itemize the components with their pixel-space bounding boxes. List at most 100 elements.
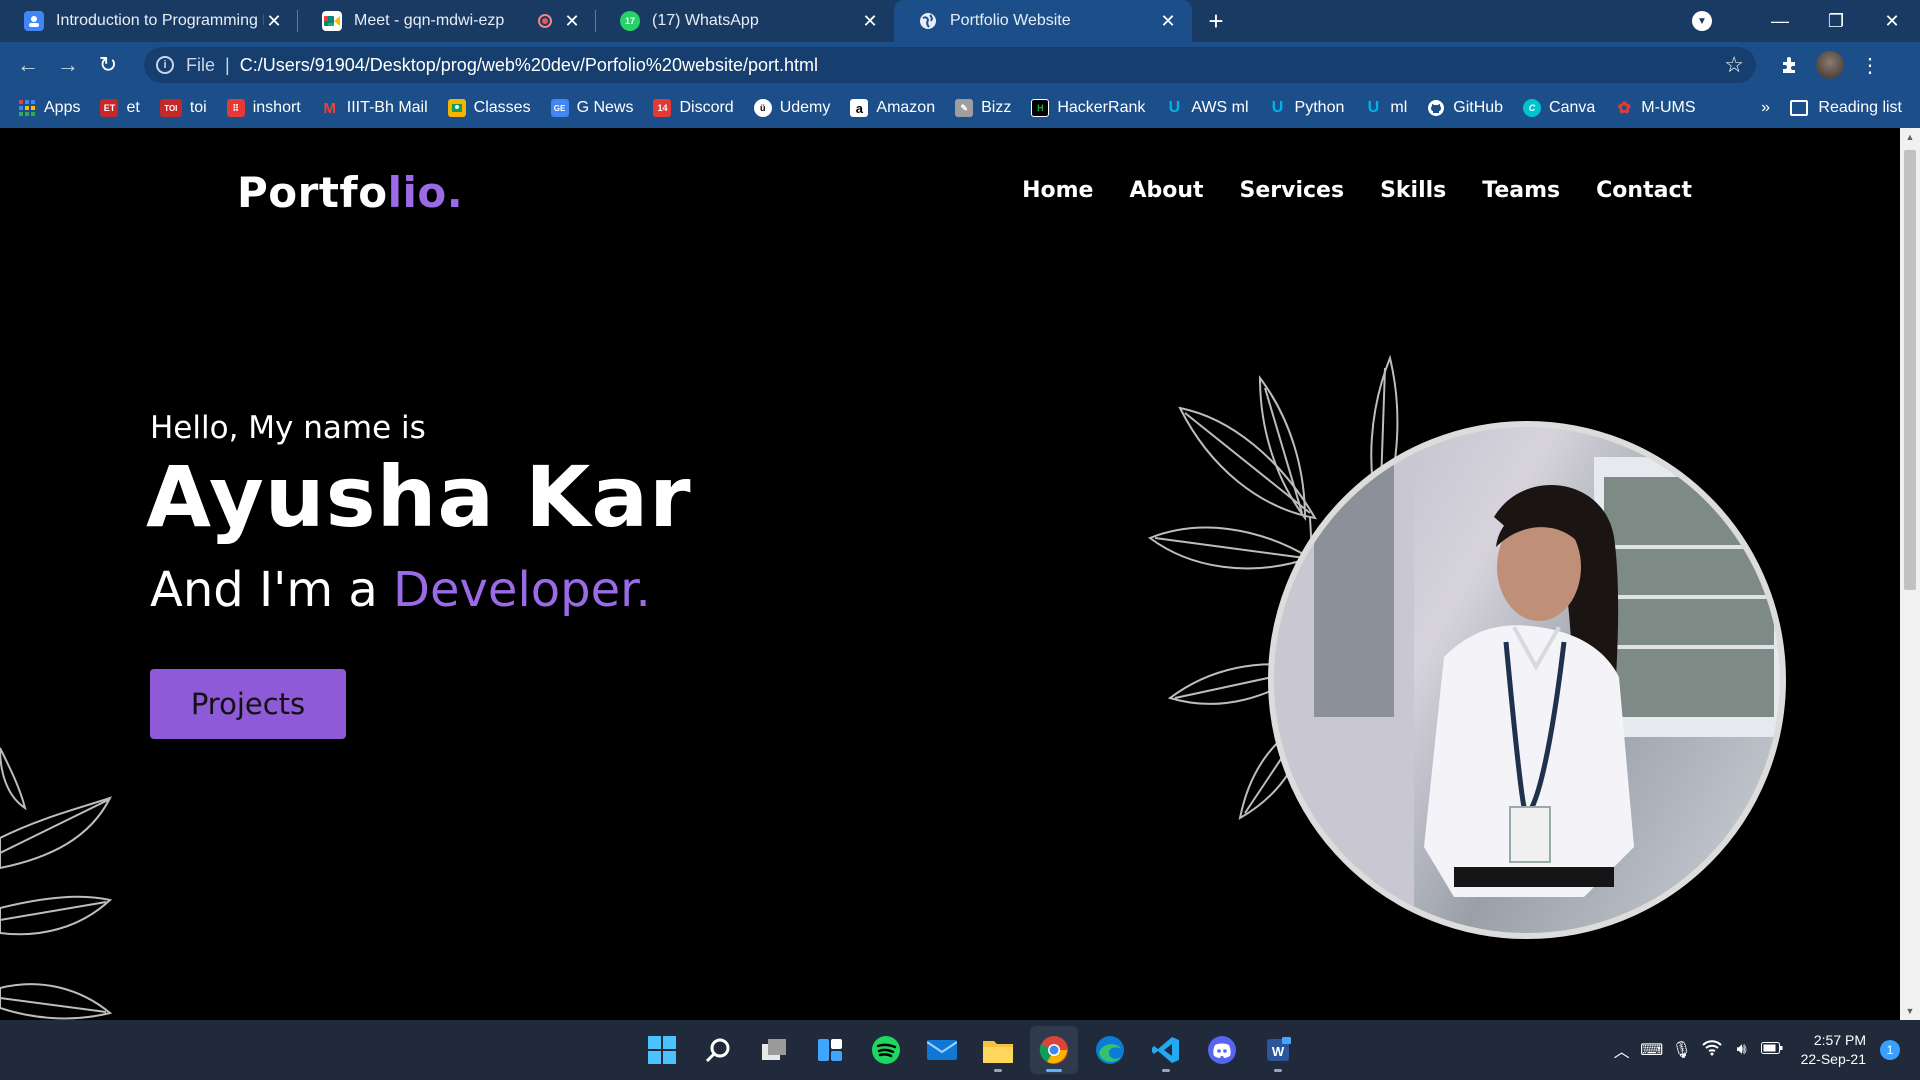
new-tab-button[interactable]: +: [1196, 0, 1236, 42]
bookmark-ml[interactable]: Uml: [1364, 99, 1408, 117]
vscode-icon[interactable]: [1142, 1026, 1190, 1074]
menu-kebab-icon[interactable]: ⋮: [1850, 45, 1890, 85]
nav-contact[interactable]: Contact: [1596, 178, 1692, 203]
wifi-icon[interactable]: [1697, 1039, 1727, 1061]
udacity-icon: U: [1367, 99, 1380, 116]
nav-home[interactable]: Home: [1022, 178, 1093, 203]
info-icon[interactable]: i: [156, 56, 174, 74]
et-icon: ET: [100, 99, 119, 117]
close-icon[interactable]: ✕: [562, 11, 582, 31]
tab-portfolio[interactable]: Portfolio Website ✕: [894, 0, 1192, 42]
edge-icon[interactable]: [1086, 1026, 1134, 1074]
nav-about[interactable]: About: [1129, 178, 1203, 203]
windows-start-icon[interactable]: [638, 1026, 686, 1074]
address-bar[interactable]: i File | C:/Users/91904/Desktop/prog/web…: [144, 47, 1756, 83]
widgets-icon[interactable]: [806, 1026, 854, 1074]
forward-arrow-icon[interactable]: →: [48, 45, 88, 85]
taskbar-apps: W: [638, 1020, 1302, 1080]
bookmark-aws-ml[interactable]: U AWS ml: [1165, 99, 1249, 117]
scroll-down-icon[interactable]: ▼: [1900, 1002, 1920, 1020]
reload-icon[interactable]: ↻: [88, 45, 128, 85]
task-view-icon[interactable]: [750, 1026, 798, 1074]
scroll-up-icon[interactable]: ▲: [1900, 128, 1920, 146]
avatar[interactable]: [1810, 45, 1850, 85]
gnews-icon: GE: [550, 99, 569, 117]
bookmark-github[interactable]: GitHub: [1427, 99, 1503, 117]
keyboard-icon[interactable]: ⌨: [1637, 1040, 1667, 1060]
meet-icon: [322, 11, 342, 31]
windows-taskbar: W ︿ ⌨ 🎙︎ 🔊︎ 2:57 PM 22-Sep-21 1: [0, 1020, 1920, 1080]
udacity-icon: U: [1271, 99, 1284, 116]
back-arrow-icon[interactable]: ←: [8, 45, 48, 85]
bookmark-bizz[interactable]: ✎ Bizz: [955, 99, 1011, 117]
restore-button[interactable]: ❐: [1808, 0, 1864, 42]
tab-classroom[interactable]: Introduction to Programming II b ✕: [0, 0, 298, 42]
classroom-icon: [24, 11, 44, 31]
file-explorer-icon[interactable]: [974, 1026, 1022, 1074]
bookmark-hackerrank[interactable]: H HackerRank: [1031, 99, 1145, 117]
nav-teams[interactable]: Teams: [1482, 178, 1560, 203]
tab-title: Portfolio Website: [950, 12, 1071, 29]
bookmarks-overflow-button[interactable]: »: [1761, 88, 1770, 128]
bookmark-inshort[interactable]: ⠿ inshort: [226, 99, 301, 117]
bookmark-star-icon[interactable]: ☆: [1724, 52, 1744, 78]
nav-skills[interactable]: Skills: [1380, 178, 1446, 203]
site-logo[interactable]: Portfolio.: [237, 168, 463, 217]
nav-services[interactable]: Services: [1240, 178, 1345, 203]
reading-list-button[interactable]: Reading list: [1790, 88, 1902, 128]
scrollbar-thumb[interactable]: [1904, 150, 1916, 590]
close-icon[interactable]: ✕: [264, 11, 284, 31]
bookmark-amazon[interactable]: a Amazon: [850, 99, 935, 117]
clock-time: 2:57 PM: [1813, 1032, 1866, 1048]
tab-meet[interactable]: Meet - gqn-mdwi-ezp ✕: [298, 0, 596, 42]
word-icon[interactable]: W: [1254, 1026, 1302, 1074]
browser-toolbar: ← → ↻ i File | C:/Users/91904/Desktop/pr…: [0, 42, 1920, 88]
bookmark-toi[interactable]: TOI toi: [159, 99, 207, 117]
battery-icon[interactable]: [1757, 1041, 1787, 1059]
bookmark-iiit-mail[interactable]: M IIIT-Bh Mail: [321, 99, 428, 117]
globe-icon: [918, 11, 938, 31]
close-icon[interactable]: ✕: [860, 11, 880, 31]
bookmark-et[interactable]: ET et: [100, 99, 140, 117]
bookmark-classes[interactable]: Classes: [447, 99, 531, 117]
svg-text:W: W: [1272, 1044, 1285, 1059]
page-scrollbar[interactable]: ▲ ▼: [1900, 128, 1920, 1020]
udemy-icon: ü: [753, 99, 772, 117]
gmail-icon: M: [323, 99, 337, 117]
spotify-icon[interactable]: [862, 1026, 910, 1074]
url-text[interactable]: C:/Users/91904/Desktop/prog/web%20dev/Po…: [240, 55, 1725, 76]
close-icon[interactable]: ✕: [1158, 11, 1178, 31]
tab-strip: Introduction to Programming II b ✕ Meet …: [0, 0, 1920, 42]
bookmark-apps[interactable]: Apps: [18, 99, 80, 117]
minimize-button[interactable]: —: [1752, 0, 1808, 42]
bookmark-canva[interactable]: C Canva: [1523, 99, 1595, 117]
projects-button[interactable]: Projects: [150, 669, 346, 739]
discord-icon[interactable]: [1198, 1026, 1246, 1074]
window-controls: ▼ — ❐ ✕: [1692, 0, 1920, 42]
hero-role: And I'm a Developer.: [150, 562, 651, 618]
reading-list-icon: [1790, 100, 1809, 116]
extensions-icon[interactable]: [1770, 45, 1810, 85]
profile-photo: [1268, 421, 1786, 939]
close-window-button[interactable]: ✕: [1864, 0, 1920, 42]
bookmark-python[interactable]: U Python: [1269, 99, 1345, 117]
bookmark-mums[interactable]: ✿ M-UMS: [1615, 99, 1696, 117]
taskbar-clock[interactable]: 2:57 PM 22-Sep-21: [1801, 1031, 1866, 1069]
discord-icon: 14: [653, 99, 672, 117]
microphone-icon[interactable]: 🎙︎: [1667, 1040, 1697, 1060]
tab-search-icon[interactable]: ▼: [1692, 11, 1712, 31]
notification-badge[interactable]: 1: [1880, 1040, 1900, 1060]
search-icon[interactable]: [694, 1026, 742, 1074]
volume-icon[interactable]: 🔊︎: [1727, 1041, 1757, 1059]
tab-whatsapp[interactable]: 17 (17) WhatsApp ✕: [596, 0, 894, 42]
chevron-up-icon[interactable]: ︿: [1607, 1038, 1637, 1062]
bookmark-gnews[interactable]: GE G News: [550, 99, 633, 117]
inshort-icon: ⠿: [226, 99, 245, 117]
bookmark-udemy[interactable]: ü Udemy: [753, 99, 830, 117]
hero-greeting: Hello, My name is: [150, 410, 426, 446]
chrome-icon[interactable]: [1030, 1026, 1078, 1074]
mail-icon[interactable]: [918, 1026, 966, 1074]
bizz-icon: ✎: [955, 99, 974, 117]
webpage-viewport: Portfolio. Home About Services Skills Te…: [0, 128, 1900, 1020]
bookmark-discord[interactable]: 14 Discord: [653, 99, 734, 117]
